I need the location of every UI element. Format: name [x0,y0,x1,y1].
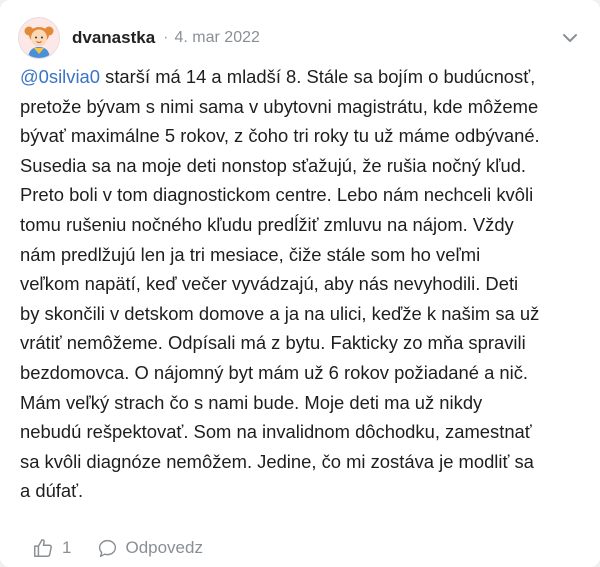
like-count: 1 [62,538,72,557]
post-date: 4. mar 2022 [174,29,260,46]
comment-body: @0silvia0 starší má 14 a mladší 8. Stále… [20,62,582,506]
comment-line: Mám veľký strach čo s nami bude. Moje de… [20,391,483,413]
comment-card: dvanastka · 4. mar 2022 @0silvia0 starší… [0,0,600,567]
comment-line: sa kvôli diagnóze nemôžem. Jedine, čo mi… [20,450,534,472]
comment-line: vrátiť nemôžeme. Odpísali má z bytu. Fak… [20,332,526,354]
comment-line: bezdomovca. O nájomný byt mám už 6 rokov… [20,361,529,383]
comment-line: starší má 14 a mladší 8. Stále sa bojím … [100,66,536,87]
meta-separator: · [163,29,169,46]
comment-line: Susedia sa na moje deti nonstop sťažujú,… [20,154,527,176]
comment-line: tomu rušeniu nočného kľudu predĺžiť zmlu… [20,213,514,235]
thumbs-up-icon [34,539,52,557]
comment-line: a dúfať. [20,480,84,502]
chevron-down-icon [563,34,577,42]
comment-line: by skončili v detskom domove a ja na uli… [20,302,540,324]
reply-label: Odpovedz [125,538,203,557]
girl-avatar-icon[interactable] [18,17,60,59]
comment-header: dvanastka · 4. mar 2022 [18,16,582,60]
comment-line: veľkom napätí, keď večer vyvádzajú, aby … [20,273,519,295]
author-name[interactable]: dvanastka [72,28,155,48]
comment-line: bývať maximálne 5 rokov, z čoho tri roky… [20,125,540,147]
comment-line: pretože bývam s nimi sama v ubytovni mag… [20,95,539,117]
like-button[interactable]: 1 [32,537,71,559]
comment-actions: 1 Odpovedz [32,537,203,559]
comment-line: Preto boli v tom diagnostickom centre. L… [20,184,534,206]
speech-bubble-icon [99,539,117,557]
user-mention-link[interactable]: @0silvia0 [20,66,100,87]
comment-line: nebudú rešpektovať. Som na invalidnom dô… [20,421,532,443]
comment-line: nám predlžujú len ja tri mesiace, čiže s… [20,243,481,265]
more-options-button[interactable] [558,26,582,50]
reply-button[interactable]: Odpovedz [97,538,203,559]
